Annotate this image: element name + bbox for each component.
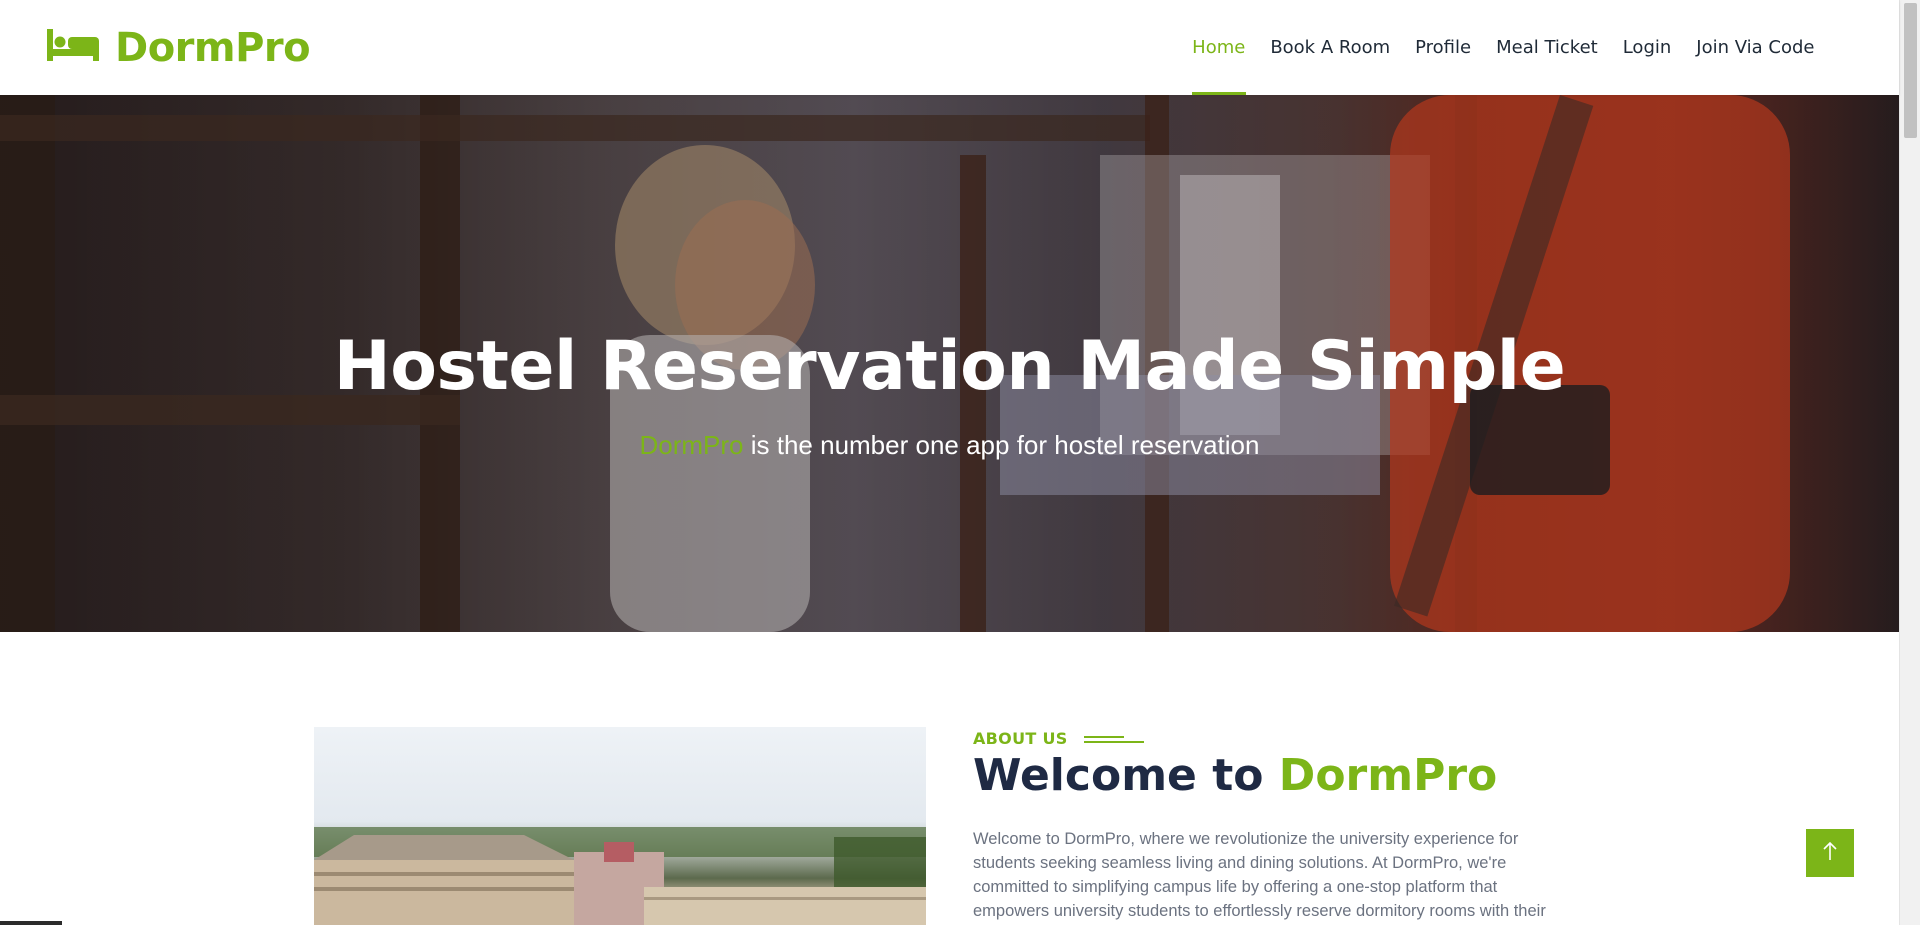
about-heading: Welcome to DormPro	[973, 750, 1497, 801]
nav-profile[interactable]: Profile	[1403, 0, 1484, 95]
brand-name: DormPro	[115, 24, 311, 71]
page: DormPro Home Book A Room Profile Meal Ti…	[0, 0, 1920, 925]
hero-banner: Hostel Reservation Made Simple DormPro i…	[0, 95, 1899, 632]
nav-meal-ticket[interactable]: Meal Ticket	[1484, 0, 1611, 95]
page-scrollbar[interactable]	[1899, 0, 1920, 925]
main-nav: Home Book A Room Profile Meal Ticket Log…	[1180, 0, 1827, 95]
nav-join-via-code[interactable]: Join Via Code	[1684, 0, 1827, 95]
hero-subtitle: DormPro is the number one app for hostel…	[0, 430, 1899, 461]
bed-icon	[47, 29, 99, 66]
about-paragraph: Welcome to DormPro, where we revolutioni…	[973, 830, 1546, 920]
hero-title: Hostel Reservation Made Simple	[333, 327, 1566, 406]
about-heading-prefix: Welcome to	[973, 750, 1279, 801]
arrow-up-icon	[1822, 841, 1838, 866]
hero-subtitle-brand: DormPro	[639, 430, 744, 460]
hero-subtitle-text: is the number one app for hostel reserva…	[743, 430, 1260, 460]
about-heading-brand: DormPro	[1278, 750, 1498, 801]
scrollbar-thumb[interactable]	[1904, 3, 1917, 138]
label-divider-lines	[1083, 734, 1144, 744]
nav-home[interactable]: Home	[1180, 0, 1258, 95]
nav-login[interactable]: Login	[1610, 0, 1684, 95]
about-campus-image	[314, 727, 926, 925]
top-navbar: DormPro Home Book A Room Profile Meal Ti…	[0, 0, 1899, 95]
back-to-top-button[interactable]	[1806, 829, 1854, 877]
taskbar-edge	[0, 921, 62, 925]
about-label: ABOUT US	[973, 729, 1068, 748]
nav-book-a-room[interactable]: Book A Room	[1258, 0, 1403, 95]
brand-logo[interactable]: DormPro	[47, 24, 311, 71]
about-section-label: ABOUT US	[973, 729, 1144, 748]
